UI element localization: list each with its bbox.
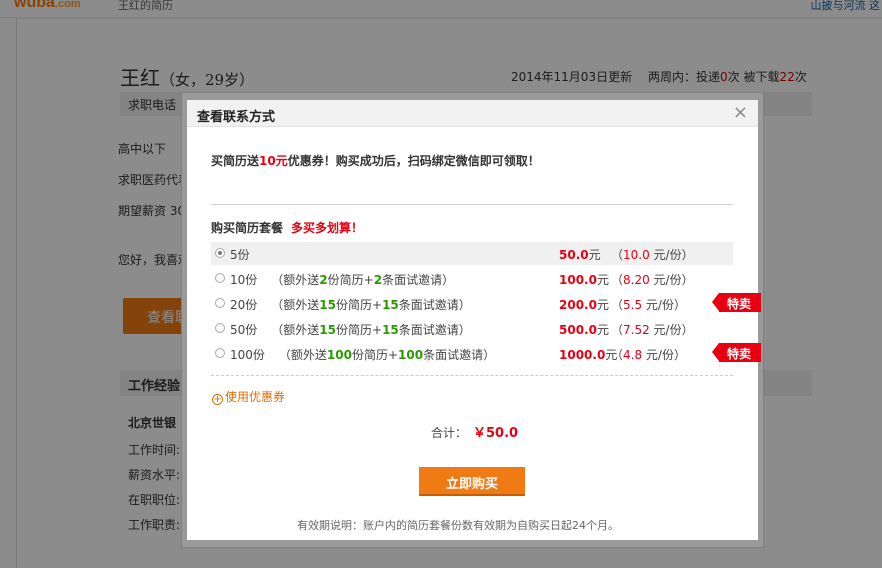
special-sale-tag: 特卖 bbox=[712, 293, 761, 312]
unit-price: （10.0 元/份） bbox=[611, 248, 694, 262]
radio-button[interactable] bbox=[215, 273, 225, 283]
order-total: 合计： ￥50.0 bbox=[431, 426, 519, 441]
package-label: 5份 bbox=[230, 248, 250, 262]
package-price: 100.0元 bbox=[559, 273, 609, 287]
package-option[interactable]: 50份 （额外送15份简历+15条面试邀请） 500.0元 （7.52 元/份） bbox=[211, 317, 733, 340]
plus-circle-icon: + bbox=[212, 394, 223, 405]
close-icon[interactable]: × bbox=[733, 102, 748, 123]
package-price: 500.0元 bbox=[559, 323, 609, 337]
package-price: 50.0元 bbox=[559, 248, 601, 262]
package-option[interactable]: 5份 50.0元 （10.0 元/份） bbox=[211, 242, 733, 265]
package-label: 100份 （额外送100份简历+100条面试邀请） bbox=[230, 348, 496, 362]
radio-button[interactable] bbox=[215, 323, 225, 333]
radio-button[interactable] bbox=[215, 348, 225, 358]
dialog-title: 查看联系方式 bbox=[197, 110, 276, 125]
dialog-header: 查看联系方式 × bbox=[187, 100, 758, 127]
package-option[interactable]: 20份 （额外送15份简历+15条面试邀请） 200.0元 （5.5 元/份） 特卖 bbox=[211, 292, 761, 315]
buy-now-button[interactable]: 立即购买 bbox=[419, 467, 525, 496]
package-price: 1000.0元 bbox=[559, 348, 618, 362]
unit-price: （7.52 元/份） bbox=[611, 323, 694, 337]
promo-text: 买简历送10元优惠券！购买成功后，扫码绑定微信即可领取！ bbox=[211, 154, 540, 168]
unit-price: （4.8 元/份） bbox=[611, 348, 686, 362]
package-option[interactable]: 10份 （额外送2份简历+2条面试邀请） 100.0元 （8.20 元/份） bbox=[211, 267, 733, 290]
validity-note: 有效期说明：账户内的简历套餐份数有效期为自购买日起24个月。 bbox=[297, 519, 619, 532]
radio-button[interactable] bbox=[215, 248, 225, 258]
package-label: 50份 （额外送15份简历+15条面试邀请） bbox=[230, 323, 471, 337]
unit-price: （8.20 元/份） bbox=[611, 273, 694, 287]
contact-purchase-dialog: 查看联系方式 × 买简历送10元优惠券！购买成功后，扫码绑定微信即可领取！ 购买… bbox=[187, 100, 761, 540]
dashed-divider bbox=[211, 375, 733, 376]
divider bbox=[211, 204, 733, 205]
package-price: 200.0元 bbox=[559, 298, 609, 312]
package-label: 20份 （额外送15份简历+15条面试邀请） bbox=[230, 298, 471, 312]
package-option[interactable]: 100份 （额外送100份简历+100条面试邀请） 1000.0元 （4.8 元/份）… bbox=[211, 342, 761, 365]
radio-button[interactable] bbox=[215, 298, 225, 308]
unit-price: （5.5 元/份） bbox=[611, 298, 686, 312]
package-heading: 购买简历套餐 多买多划算！ bbox=[211, 221, 364, 235]
total-value: ￥50.0 bbox=[473, 426, 519, 441]
special-sale-tag: 特卖 bbox=[712, 343, 761, 362]
package-label: 10份 （额外送2份简历+2条面试邀请） bbox=[230, 273, 455, 287]
use-coupon-link[interactable]: + 使用优惠券 bbox=[212, 388, 285, 405]
